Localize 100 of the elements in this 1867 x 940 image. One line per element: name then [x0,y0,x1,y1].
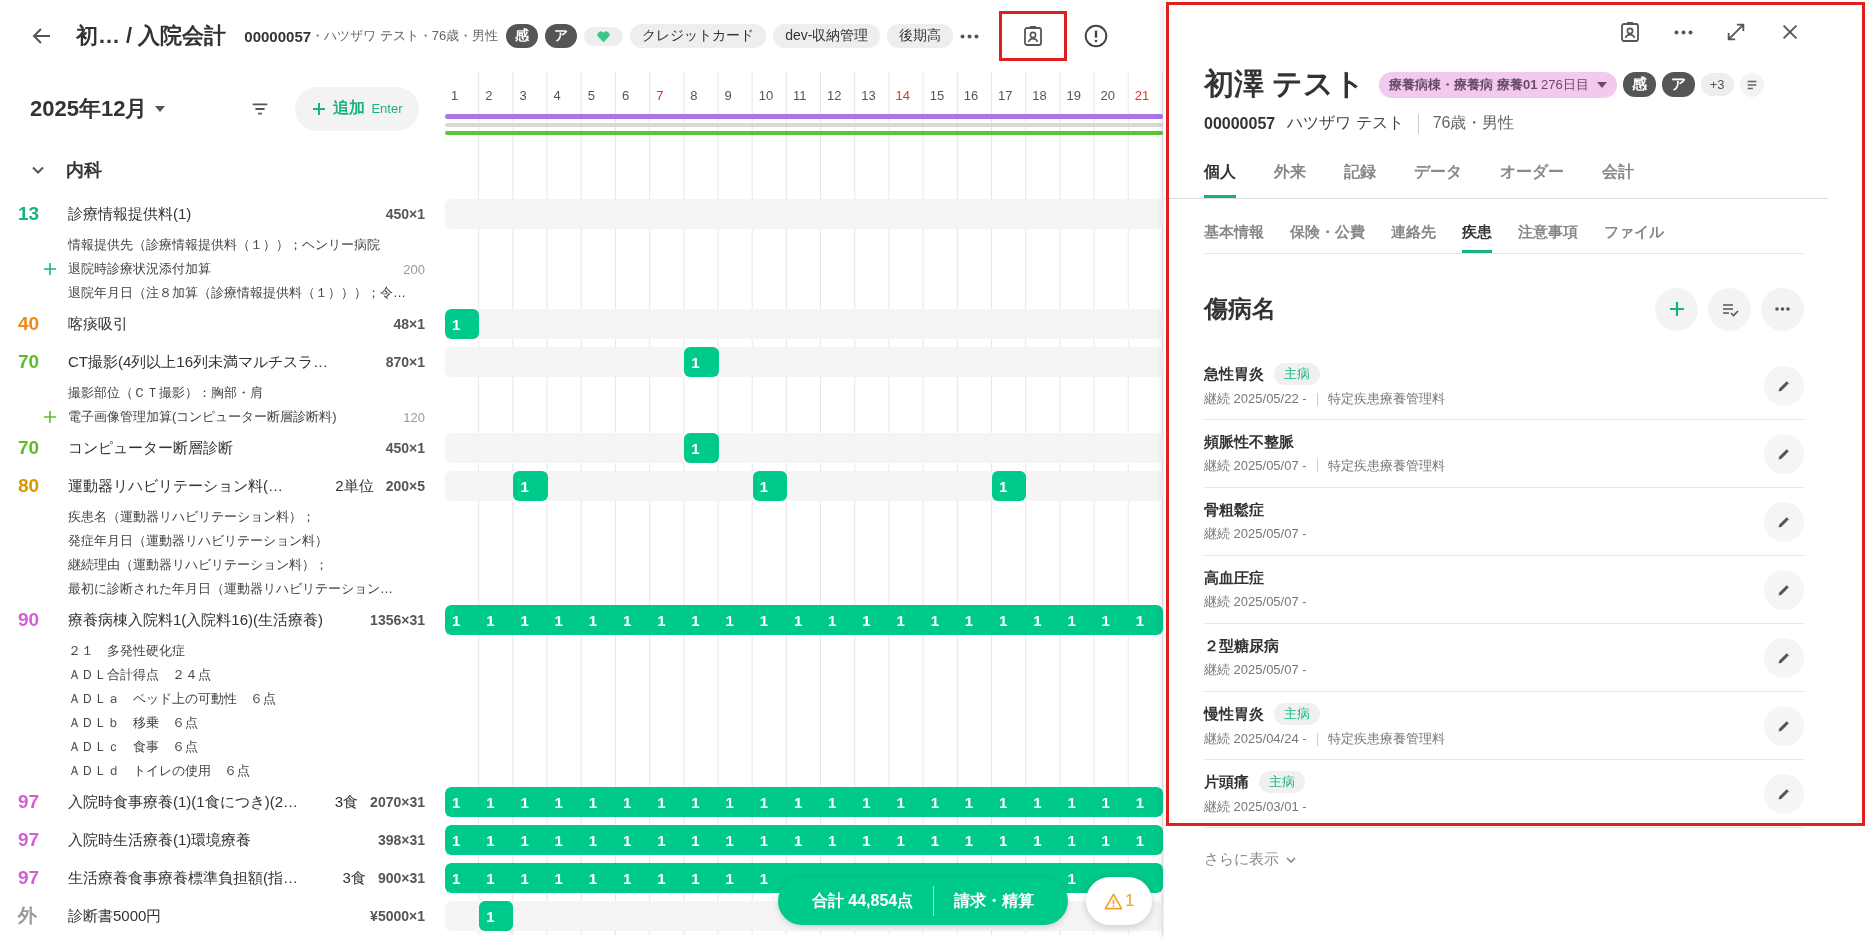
month-selector[interactable]: 2025年12月 [30,93,148,124]
day-count[interactable]: 1 [752,787,787,817]
item-name[interactable]: 入院時生活療養(1)環境療養 [68,830,374,850]
edit-button[interactable] [1764,433,1804,474]
day-count[interactable]: 1 [445,787,480,817]
day-count[interactable]: 1 [1128,605,1163,635]
day-count[interactable]: 1 [684,787,719,817]
tab[interactable]: 記録 [1344,150,1376,198]
item-name[interactable]: CT撮影(4列以上16列未満マルチスラ… [68,352,382,372]
day-count[interactable]: 1 [581,825,616,855]
list-check-button[interactable] [1708,287,1751,331]
day-count[interactable]: 1 [615,863,651,893]
day-count[interactable]: 1 [1026,605,1061,635]
day-count[interactable]: 1 [1026,825,1061,855]
add-button[interactable] [1655,287,1698,331]
edit-button[interactable] [1764,705,1804,746]
day-count[interactable]: 1 [957,825,993,855]
day-count[interactable]: 1 [889,787,924,817]
day-count[interactable]: 1 [923,787,958,817]
day-count[interactable]: 1 [752,471,787,501]
day-count[interactable]: 1 [684,433,719,463]
item-name[interactable]: 入院時食事療養(1)(1食につき)(2… [68,792,335,812]
day-count[interactable]: 1 [821,787,856,817]
day-count[interactable]: 1 [786,825,822,855]
subtab[interactable]: 基本情報 [1204,217,1264,253]
day-count[interactable]: 1 [855,605,890,635]
edit-button[interactable] [1764,773,1804,814]
day-count[interactable]: 1 [821,825,856,855]
ward-selector[interactable]: 療養病棟・療養病 療養01 276日目 [1379,71,1617,98]
day-count[interactable]: 1 [479,825,514,855]
more-button[interactable] [1761,287,1804,331]
subtab[interactable]: 保険・公費 [1290,217,1365,253]
day-count[interactable]: 1 [957,605,993,635]
edit-button[interactable] [1764,501,1804,542]
day-count[interactable]: 1 [615,787,651,817]
day-count[interactable]: 1 [650,863,685,893]
day-count[interactable]: 1 [445,863,480,893]
day-count[interactable]: 1 [923,605,958,635]
day-count[interactable]: 1 [1060,787,1095,817]
day-count[interactable]: 1 [684,605,719,635]
day-count[interactable]: 1 [1094,605,1129,635]
day-count[interactable]: 1 [855,825,890,855]
day-count[interactable]: 1 [752,863,787,893]
item-name[interactable]: 生活療養食事療養標準負担額(指… [68,868,343,888]
expand-icon[interactable] [1725,21,1747,43]
day-count[interactable]: 1 [1094,825,1129,855]
item-name[interactable]: コンピューター断層診断 [68,438,382,458]
day-count[interactable]: 1 [1060,605,1095,635]
day-count[interactable]: 1 [547,825,582,855]
day-count[interactable]: 1 [547,605,582,635]
day-count[interactable]: 1 [786,605,822,635]
tab[interactable]: 会計 [1602,150,1634,198]
day-count[interactable]: 1 [513,825,548,855]
day-count[interactable]: 1 [1094,787,1129,817]
day-count[interactable]: 1 [479,901,514,931]
day-count[interactable]: 1 [752,825,787,855]
day-count[interactable]: 1 [1128,825,1163,855]
day-count[interactable]: 1 [513,605,548,635]
day-count[interactable]: 1 [718,825,753,855]
item-name[interactable]: 診療情報提供料(1) [68,204,382,224]
day-count[interactable]: 1 [718,863,753,893]
subtab[interactable]: ファイル [1604,217,1664,253]
day-count[interactable]: 1 [718,787,753,817]
day-count[interactable]: 1 [615,825,651,855]
day-count[interactable]: 1 [650,605,685,635]
day-count[interactable]: 1 [855,787,890,817]
item-name[interactable]: 療養病棟入院料1(入院料16)(生活療養) [68,610,367,630]
day-count[interactable]: 1 [513,787,548,817]
day-count[interactable]: 1 [1060,825,1095,855]
day-count[interactable]: 1 [445,605,480,635]
tab[interactable]: 個人 [1204,150,1236,198]
day-count[interactable]: 1 [821,605,856,635]
edit-button[interactable] [1764,365,1804,406]
subtab[interactable]: 疾患 [1462,217,1492,253]
day-count[interactable]: 1 [684,863,719,893]
day-count[interactable]: 1 [479,863,514,893]
tab[interactable]: データ [1414,150,1462,198]
item-name[interactable]: 運動器リハビリテーション料(… [68,476,336,496]
alert-icon[interactable] [1083,23,1110,49]
day-count[interactable]: 1 [992,605,1027,635]
day-count[interactable]: 1 [650,825,685,855]
day-count[interactable]: 1 [1128,787,1163,817]
contact-card-icon[interactable] [1618,20,1642,44]
day-count[interactable]: 1 [581,605,616,635]
day-count[interactable]: 1 [718,605,753,635]
day-count[interactable]: 1 [1026,787,1061,817]
day-count[interactable]: 1 [684,347,719,377]
edit-button[interactable] [1764,569,1804,610]
day-count[interactable]: 1 [786,787,822,817]
day-count[interactable]: 1 [923,825,958,855]
day-count[interactable]: 1 [581,787,616,817]
day-count[interactable]: 1 [513,471,548,501]
day-count[interactable]: 1 [957,787,993,817]
add-button[interactable]: 追加 Enter [295,86,419,131]
item-name[interactable]: 診断書5000円 [68,906,367,926]
subtab[interactable]: 注意事項 [1518,217,1578,253]
day-count[interactable]: 1 [445,825,480,855]
day-count[interactable]: 1 [992,825,1027,855]
show-more-link[interactable]: さらに表示 [1204,850,1297,869]
day-count[interactable]: 1 [1060,863,1095,893]
